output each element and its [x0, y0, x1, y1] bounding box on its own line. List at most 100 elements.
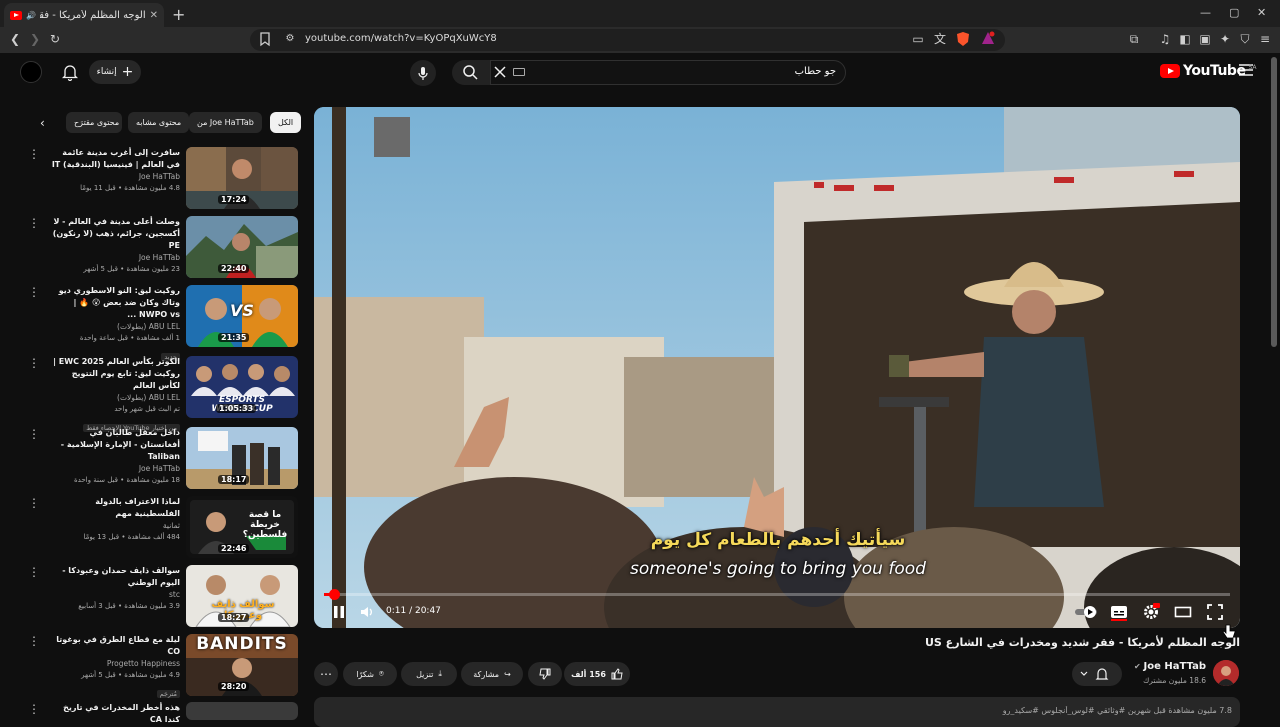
channel-name[interactable]: stc: [50, 589, 180, 601]
thanks-button[interactable]: ⍟ شكرًا: [343, 662, 397, 686]
bookmark-icon[interactable]: [257, 31, 273, 47]
new-tab-button[interactable]: +: [172, 5, 185, 24]
like-button[interactable]: 156 ألف: [564, 662, 630, 686]
more-vert-icon[interactable]: ⋮: [28, 217, 40, 229]
vpn-icon[interactable]: ⛉: [1237, 31, 1253, 47]
browser-tab[interactable]: 🔊 الوجه المظلم لأمريكا - فقر شد... ✕: [4, 3, 164, 27]
video-title[interactable]: هذه أخطر المخدرات في تاريخ كندا CA: [50, 702, 180, 726]
close-tab-icon[interactable]: ✕: [150, 10, 158, 21]
cast-icon[interactable]: ▭: [910, 31, 926, 47]
url-text[interactable]: youtube.com/watch?v=KyOPqXuWcY8: [305, 33, 497, 44]
video-title[interactable]: الكوتر بكأس العالم EWC 2025 | روكيت ليق:…: [50, 356, 180, 392]
progress-bar[interactable]: [324, 593, 1230, 596]
search-query: جو حطاب: [794, 66, 836, 77]
more-vert-icon[interactable]: ⋮: [28, 703, 40, 715]
list-item[interactable]: 22:40 وصلت أعلى مدينة في العالم - لا أكس…: [28, 216, 298, 282]
scrollbar[interactable]: [1271, 57, 1277, 347]
chip-recommended[interactable]: محتوى مقترَح: [66, 112, 122, 133]
create-button[interactable]: إنشاء +: [89, 60, 141, 84]
maximize-button[interactable]: ▢: [1229, 6, 1239, 19]
browser-tab-bar: 🔊 الوجه المظلم لأمريكا - فقر شد... ✕: [0, 0, 1280, 27]
fullscreen-icon[interactable]: [1206, 603, 1224, 621]
more-actions-button[interactable]: ⋯: [314, 662, 338, 686]
list-item[interactable]: سوالف ذايف وعبودكا 18:27 سوالف ذايف حمدا…: [28, 565, 298, 631]
more-vert-icon[interactable]: ⋮: [28, 286, 40, 298]
dislike-button[interactable]: [528, 662, 562, 686]
more-vert-icon[interactable]: ⋮: [28, 566, 40, 578]
list-item[interactable]: 18:17 داخل معقل طالبان في أفغانستان - ال…: [28, 427, 298, 493]
more-vert-icon[interactable]: ⋮: [28, 635, 40, 647]
voice-search-button[interactable]: [410, 60, 436, 86]
keyboard-icon[interactable]: [513, 68, 525, 76]
reload-icon[interactable]: ↻: [47, 31, 63, 47]
autoplay-toggle-icon[interactable]: [1074, 603, 1100, 621]
channel-avatar[interactable]: [1213, 660, 1239, 686]
site-settings-icon[interactable]: ⚙: [282, 31, 298, 47]
notifications-icon[interactable]: [62, 63, 78, 81]
back-icon[interactable]: ❮: [7, 31, 23, 47]
theater-mode-icon[interactable]: [1174, 603, 1192, 621]
channel-name[interactable]: Progetto Happiness: [50, 658, 180, 670]
channel-name[interactable]: Joe HaTTab: [50, 252, 180, 264]
channel-name[interactable]: ثمانية: [50, 520, 180, 532]
list-item[interactable]: 17:24 سافرت إلى أغرب مدينة عائمة في العا…: [28, 147, 298, 213]
sidebar-icon[interactable]: ◧: [1177, 31, 1193, 47]
chip-related[interactable]: محتوى مشابه: [128, 112, 190, 133]
channel-name[interactable]: ABU LEL (يطولات): [50, 392, 180, 404]
volume-icon[interactable]: [358, 603, 376, 621]
share-button[interactable]: ↪ مشاركة: [461, 662, 523, 686]
clear-search-icon[interactable]: [493, 65, 507, 79]
list-item[interactable]: هذه أخطر المخدرات في تاريخ كندا CA ⋮: [28, 702, 298, 724]
subtitles-icon[interactable]: [1110, 603, 1128, 621]
close-window-button[interactable]: ✕: [1257, 6, 1266, 19]
translate-icon[interactable]: 文: [932, 31, 948, 47]
rewards-icon[interactable]: [981, 31, 997, 47]
youtube-logo[interactable]: YouTube SA: [1160, 63, 1256, 79]
video-title[interactable]: داخل معقل طالبان في أفغانستان - الإمارة …: [50, 427, 180, 463]
list-item[interactable]: BANDITS 28:20 ليلة مع قطاع الطرق في بوغو…: [28, 634, 298, 700]
subtitled-badge: مُترجَم: [156, 690, 180, 698]
browser-nav-bar: [0, 27, 1280, 53]
youtube-play-icon: [1160, 64, 1180, 78]
list-item[interactable]: VS 21:35 روكيت ليق: النو الاسطوري ديو وت…: [28, 285, 298, 361]
subscribed-bell-button[interactable]: [1072, 662, 1122, 686]
list-item[interactable]: ما قصة خريطة فلسطين؟ 22:46 لماذا الاعترا…: [28, 496, 298, 562]
music-icon[interactable]: ♫: [1157, 31, 1173, 47]
screenshot-icon[interactable]: ⧉: [1126, 31, 1142, 47]
thumbs-down-icon: [539, 668, 551, 680]
thanks-icon: ⍟: [378, 669, 384, 678]
video-title[interactable]: لماذا الاعتراف بالدولة الفلسطينية مهم: [50, 496, 180, 520]
time-display: 0:11 / 20:47: [386, 606, 441, 616]
channel-name[interactable]: ABU LEL (يطولات): [50, 321, 180, 333]
account-avatar[interactable]: [20, 61, 42, 83]
list-item[interactable]: ESPORTS WORLD CUP 1:05:33 الكوتر بكأس ال…: [28, 356, 298, 432]
channel-name[interactable]: Joe HaTTab: [50, 463, 180, 475]
video-title[interactable]: ليلة مع قطاع الطرق في بوغوتا CO: [50, 634, 180, 658]
chip-all[interactable]: الكل: [270, 112, 302, 133]
chips-prev-icon[interactable]: ‹: [40, 116, 45, 130]
thumbnail[interactable]: [186, 702, 298, 720]
leo-ai-icon[interactable]: ✦: [1217, 31, 1233, 47]
download-button[interactable]: ⤓ تنزيل: [401, 662, 457, 686]
more-vert-icon[interactable]: ⋮: [28, 428, 40, 440]
menu-icon[interactable]: ≡: [1257, 31, 1273, 47]
more-vert-icon[interactable]: ⋮: [28, 148, 40, 160]
forward-icon[interactable]: ❯: [27, 31, 43, 47]
settings-gear-icon[interactable]: [1142, 603, 1160, 621]
more-vert-icon[interactable]: ⋮: [28, 357, 40, 369]
wallet-icon[interactable]: ▣: [1197, 31, 1213, 47]
video-stats: تم البث قبل شهر واحد: [114, 405, 180, 413]
search-button[interactable]: [452, 60, 490, 85]
channel-name[interactable]: Joe HaTTab: [50, 171, 180, 183]
brave-shield-icon[interactable]: [956, 31, 972, 47]
channel-name-main[interactable]: ✔ Joe HaTTab: [1120, 661, 1206, 672]
video-title[interactable]: روكيت ليق: النو الاسطوري ديو وتاك وكان ض…: [50, 285, 180, 321]
video-title[interactable]: وصلت أعلى مدينة في العالم - لا أكسجين، ج…: [50, 216, 180, 252]
video-title[interactable]: سافرت إلى أغرب مدينة عائمة في العالم | ف…: [50, 147, 180, 171]
minimize-button[interactable]: —: [1200, 6, 1211, 19]
speaker-icon[interactable]: 🔊: [26, 11, 36, 20]
video-title[interactable]: سوالف ذايف حمدان وعبودكا - اليوم الوطني: [50, 565, 180, 589]
chip-from-channel[interactable]: من Joe HaTTab: [189, 112, 262, 133]
pause-icon[interactable]: [330, 603, 348, 621]
more-vert-icon[interactable]: ⋮: [28, 497, 40, 509]
